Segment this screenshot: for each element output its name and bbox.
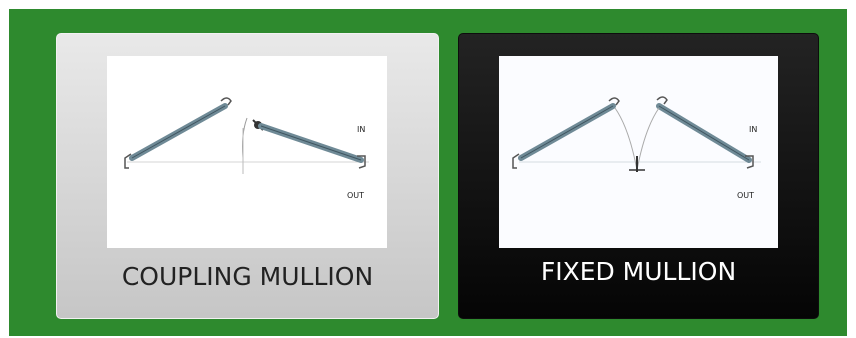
mullion-type-selector: IN OUT COUPLING MULLION IN OUT FIXED MUL… xyxy=(9,9,847,336)
coupling-mullion-label: COUPLING MULLION xyxy=(121,262,374,291)
in-label: IN xyxy=(749,125,757,134)
fixed-mullion-option[interactable]: IN OUT FIXED MULLION xyxy=(458,33,819,319)
coupling-mullion-diagram-icon: IN OUT xyxy=(107,56,387,248)
out-label: OUT xyxy=(347,191,364,200)
fixed-mullion-label: FIXED MULLION xyxy=(540,257,737,286)
coupling-mullion-option[interactable]: IN OUT COUPLING MULLION xyxy=(56,33,439,319)
in-label: IN xyxy=(357,125,365,134)
out-label: OUT xyxy=(737,191,754,200)
fixed-mullion-diagram-icon: IN OUT xyxy=(499,56,778,248)
